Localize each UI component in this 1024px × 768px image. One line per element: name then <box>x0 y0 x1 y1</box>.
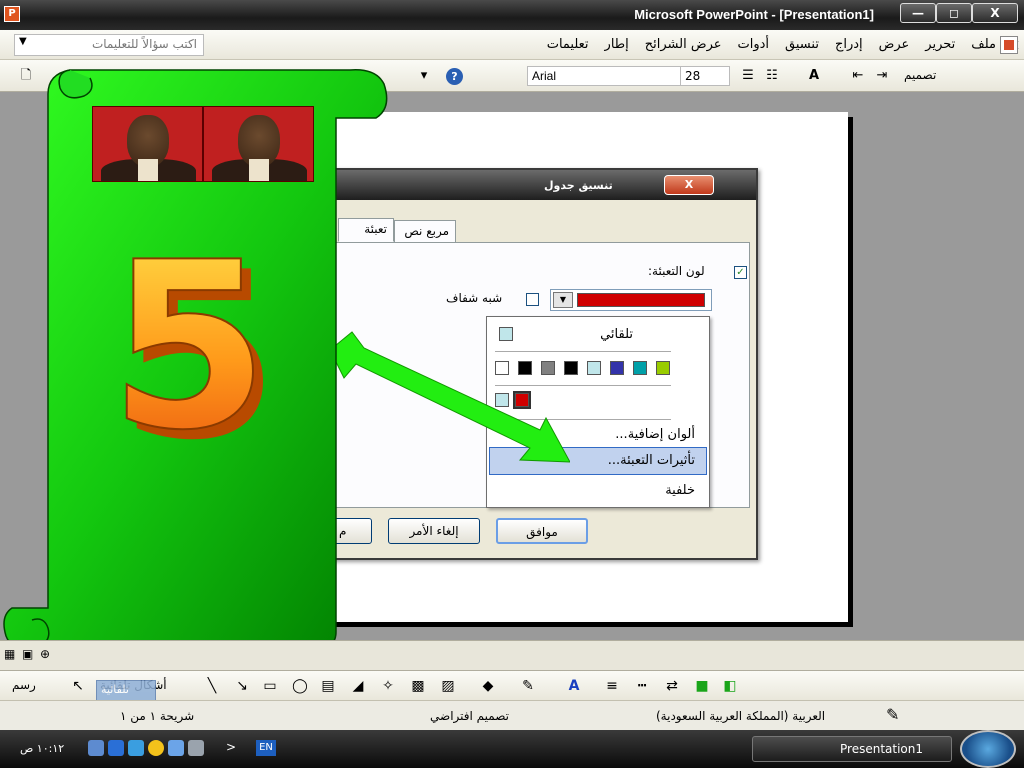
menu-items: ملف تحرير عرض إدراج تنسيق أدوات عرض الشر… <box>547 37 996 52</box>
help-search-placeholder: اكتب سؤالاً للتعليمات <box>91 37 197 51</box>
slideshow-icon[interactable]: ⊕ <box>40 647 50 661</box>
line-style-icon[interactable]: ≡ <box>604 678 620 694</box>
palette-color-swatch[interactable] <box>610 361 624 375</box>
palette-color-swatch[interactable] <box>587 361 601 375</box>
fill-color-combo[interactable]: ▼ <box>550 289 712 311</box>
chevron-down-icon[interactable]: ▾ <box>416 68 432 84</box>
smiley-icon[interactable] <box>148 740 164 756</box>
design-name: تصميم افتراضي <box>430 709 509 723</box>
title-bar: P Microsoft PowerPoint - [Presentation1]… <box>0 0 1024 30</box>
align-right-icon[interactable]: ☰ <box>740 68 756 84</box>
fill-effects-option[interactable]: تأثيرات التعبئة... <box>608 453 695 468</box>
oval-icon[interactable]: ◯ <box>292 678 308 694</box>
menu-view[interactable]: عرض <box>879 37 910 52</box>
semi-transparent-label: شبه شفاف <box>446 291 503 305</box>
menu-help[interactable]: تعليمات <box>547 37 589 52</box>
window-title: Microsoft PowerPoint - [Presentation1] <box>634 7 874 22</box>
tab-text-box[interactable]: مربع نص <box>394 220 456 242</box>
drag-preview-label: تلقائية <box>101 683 129 696</box>
slide-sorter-icon[interactable]: ▣ <box>22 647 33 661</box>
normal-view-icon[interactable]: ▦ <box>4 647 15 661</box>
align-center-icon[interactable]: ☷ <box>764 68 780 84</box>
diagram-icon[interactable]: ✧ <box>380 678 396 694</box>
draw-menu-button[interactable]: رسم <box>12 678 36 692</box>
menu-bar: × ملف تحرير عرض إدراج تنسيق أدوات عرض ال… <box>0 30 1024 60</box>
clipart-icon[interactable]: ▩ <box>410 678 426 694</box>
connection-icon[interactable] <box>168 740 184 756</box>
increase-indent-icon[interactable]: ⇥ <box>874 68 890 84</box>
portrait-photo[interactable] <box>203 106 314 182</box>
security-icon[interactable] <box>108 740 124 756</box>
language-status: العربية (المملكة العربية السعودية) <box>656 709 826 723</box>
maximize-button[interactable]: ◻ <box>936 3 972 23</box>
menu-format[interactable]: تنسيق <box>785 37 819 52</box>
arrow-style-icon[interactable]: ⇄ <box>664 678 680 694</box>
menu-slideshow[interactable]: عرض الشرائح <box>645 37 722 52</box>
dash-style-icon[interactable]: ┅ <box>634 678 650 694</box>
network-icon[interactable] <box>88 740 104 756</box>
start-button[interactable] <box>960 730 1016 768</box>
dialog-title: تنسيق جدول <box>544 179 613 192</box>
big-number-five[interactable]: 5 5 <box>105 248 275 448</box>
close-window-button[interactable]: X <box>972 3 1018 23</box>
fill-color-label: لون التعبئة: <box>648 264 705 278</box>
help-icon[interactable]: ? <box>446 68 463 85</box>
arrow-icon[interactable]: ↘ <box>234 678 250 694</box>
shadow-icon[interactable]: ■ <box>694 678 710 694</box>
font-color-icon[interactable]: A <box>566 678 582 694</box>
cancel-button[interactable]: إلغاء الأمر <box>388 518 480 544</box>
help-search-input[interactable]: ▼ اكتب سؤالاً للتعليمات <box>14 34 204 56</box>
rectangle-icon[interactable]: ▭ <box>262 678 278 694</box>
view-buttons-bar: ▦ ▣ ⊕ <box>0 640 1024 670</box>
minimize-button[interactable]: — <box>900 3 936 23</box>
automatic-color-option[interactable]: تلقائي <box>600 327 633 342</box>
current-fill-swatch <box>577 293 705 307</box>
status-bar: شريحة ١ من ١ تصميم افتراضي العربية (المم… <box>0 700 1024 730</box>
increase-font-icon[interactable]: A <box>806 68 822 84</box>
menu-tools[interactable]: أدوات <box>738 37 770 52</box>
portrait-photo[interactable] <box>92 106 203 182</box>
line-icon[interactable]: ╲ <box>204 678 220 694</box>
picture-icon[interactable]: ▨ <box>440 678 456 694</box>
fill-color-checkbox[interactable]: ✓ <box>734 266 747 279</box>
number-face: 5 <box>109 248 269 448</box>
background-option[interactable]: خلفية <box>665 483 695 498</box>
tab-fill[interactable]: تعبئة <box>338 218 394 242</box>
palette-color-swatch[interactable] <box>633 361 647 375</box>
language-indicator[interactable]: EN <box>256 740 276 756</box>
taskbar-presentation-button[interactable]: Presentation1 <box>752 736 952 762</box>
chevron-down-icon[interactable]: ▼ <box>553 292 573 308</box>
speaker-icon[interactable] <box>188 740 204 756</box>
semi-transparent-checkbox[interactable] <box>526 293 539 306</box>
wordart-icon[interactable]: ◢ <box>350 678 366 694</box>
slide-count: شريحة ١ من ١ <box>120 709 195 723</box>
menu-file[interactable]: ملف <box>971 37 996 52</box>
textbox-icon[interactable]: ▤ <box>320 678 336 694</box>
select-arrow-icon[interactable]: ↖ <box>70 678 86 694</box>
font-size-select[interactable]: 28 <box>680 66 730 86</box>
ok-button[interactable]: موافق <box>496 518 588 544</box>
dialog-close-button[interactable]: X <box>664 175 714 195</box>
fill-color-icon[interactable]: ◆ <box>480 678 496 694</box>
menu-insert[interactable]: إدراج <box>835 37 863 52</box>
spellcheck-icon[interactable]: ✎ <box>886 705 899 724</box>
chevron-down-icon[interactable]: ▼ <box>19 36 27 47</box>
clock: ١٠:١٢ ص <box>20 742 65 755</box>
3d-style-icon[interactable]: ◧ <box>722 678 738 694</box>
show-hidden-icons-icon[interactable]: > <box>226 740 236 754</box>
messenger-icon[interactable] <box>128 740 144 756</box>
decrease-indent-icon[interactable]: ⇤ <box>850 68 866 84</box>
document-icon[interactable] <box>1000 36 1018 54</box>
powerpoint-app-icon[interactable]: P <box>4 6 20 22</box>
palette-color-swatch[interactable] <box>656 361 670 375</box>
taskbar: ١٠:١٢ ص > EN Presentation1 <box>0 730 1024 768</box>
line-color-icon[interactable]: ✎ <box>520 678 536 694</box>
menu-edit[interactable]: تحرير <box>925 37 955 52</box>
more-colors-option[interactable]: ألوان إضافية... <box>615 427 695 442</box>
menu-window[interactable]: إطار <box>605 37 629 52</box>
design-button[interactable]: تصميم <box>904 68 936 82</box>
